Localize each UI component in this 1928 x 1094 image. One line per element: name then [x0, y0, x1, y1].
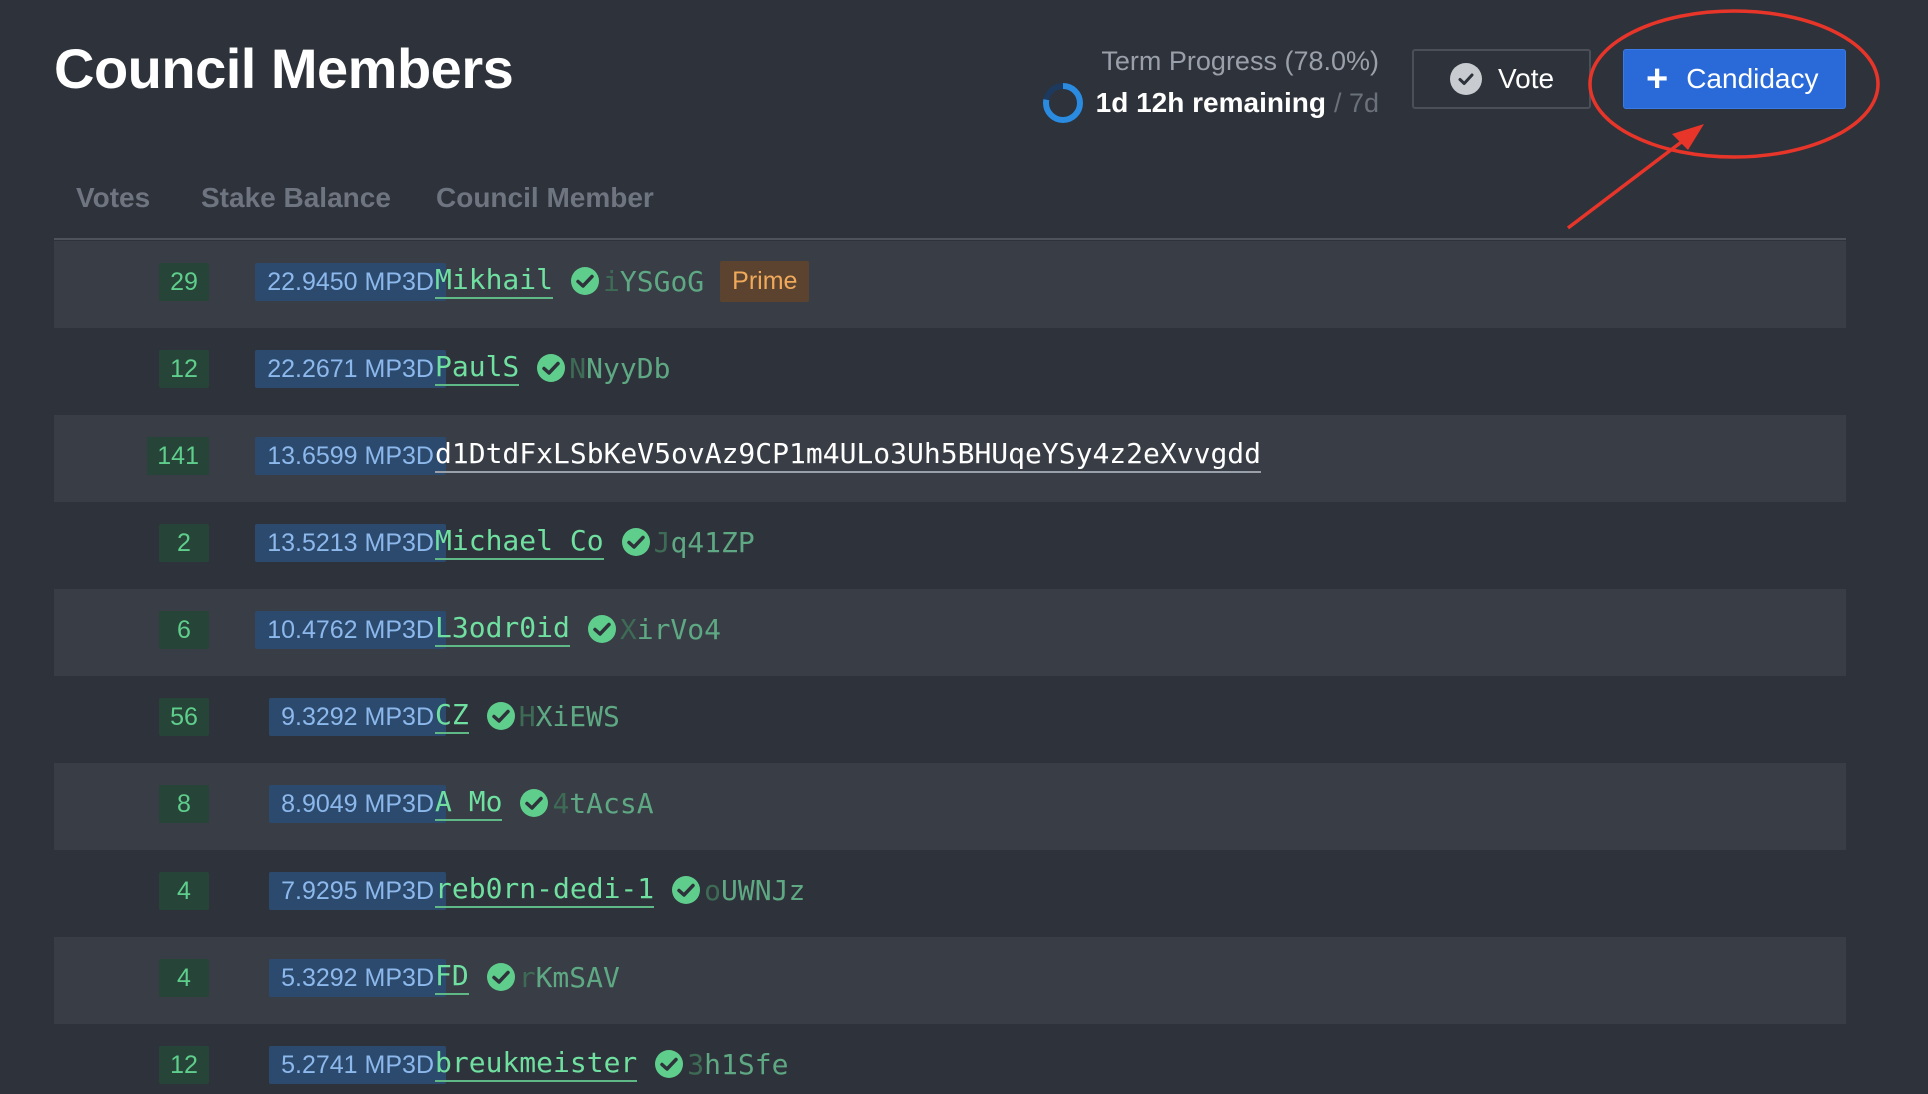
votes-badge: 8 [159, 785, 209, 823]
member-name-link[interactable]: Mikhail [435, 263, 554, 299]
stake-badge: 13.6599 MP3D [255, 437, 446, 475]
council-member: d1DtdFxLSbKeV5ovAz9CP1m4ULo3Uh5BHUqeYSy4… [435, 433, 1262, 477]
votes-badge: 4 [159, 959, 209, 997]
column-header-council-member: Council Member [436, 182, 654, 213]
check-circle-icon [1450, 63, 1482, 95]
council-page: Council Members Term Progress (78.0%) 1d… [0, 0, 1928, 1094]
votes-badge: 12 [159, 350, 209, 388]
table-row: 2 13.5213 MP3D Michael Co Jq41ZP [54, 502, 1846, 589]
member-address-link[interactable]: d1DtdFxLSbKeV5ovAz9CP1m4ULo3Uh5BHUqeYSy4… [435, 437, 1262, 473]
page-title: Council Members [54, 37, 514, 100]
term-progress: Term Progress (78.0%) 1d 12h remaining /… [1042, 44, 1379, 124]
verified-icon [537, 354, 566, 382]
stake-badge: 5.2741 MP3D [269, 1046, 446, 1084]
votes-badge: 2 [159, 524, 209, 562]
votes-badge: 56 [159, 698, 209, 736]
table-row: 141 13.6599 MP3D d1DtdFxLSbKeV5ovAz9CP1m… [54, 415, 1846, 502]
council-member: A Mo 4tAcsA [435, 781, 654, 825]
member-name-link[interactable]: FD [435, 959, 469, 995]
plus-icon: + [1646, 58, 1669, 100]
candidacy-button-label: Candidacy [1686, 63, 1819, 94]
member-name-link[interactable]: L3odr0id [435, 611, 570, 647]
council-member: Michael Co Jq41ZP [435, 520, 755, 564]
table-header: Votes Stake Balance Council Member [54, 170, 1846, 240]
address-suffix: 4tAcsA [552, 786, 654, 820]
address-suffix: Jq41ZP [653, 525, 755, 559]
stake-badge: 5.3292 MP3D [269, 959, 446, 997]
votes-badge: 29 [159, 263, 209, 301]
stake-badge: 9.3292 MP3D [269, 698, 446, 736]
verified-icon [486, 702, 515, 730]
address-suffix: iYSGoG [603, 264, 705, 298]
council-member: FD rKmSAV [435, 955, 620, 999]
column-header-stake-balance: Stake Balance [201, 182, 391, 213]
table-row: 6 10.4762 MP3D L3odr0id XirVo4 [54, 589, 1846, 676]
council-member: reb0rn-dedi-1 oUWNJz [435, 868, 805, 912]
table-row: 4 5.3292 MP3D FD rKmSAV [54, 937, 1846, 1024]
term-remaining: 1d 12h remaining [1095, 87, 1326, 118]
member-name-link[interactable]: Michael Co [435, 524, 604, 560]
candidacy-button[interactable]: + Candidacy [1623, 49, 1846, 109]
member-name-link[interactable]: breukmeister [435, 1046, 638, 1082]
stake-badge: 13.5213 MP3D [255, 524, 446, 562]
address-suffix: 3h1Sfe [687, 1047, 789, 1081]
stake-badge: 22.9450 MP3D [255, 263, 446, 301]
column-header-votes: Votes [76, 182, 151, 213]
table-row: 56 9.3292 MP3D CZ HXiEWS [54, 676, 1846, 763]
verified-icon [655, 1050, 684, 1078]
member-name-link[interactable]: reb0rn-dedi-1 [435, 872, 655, 908]
address-suffix: HXiEWS [518, 699, 620, 733]
council-member: breukmeister 3h1Sfe [435, 1042, 788, 1086]
member-name-link[interactable]: A Mo [435, 785, 503, 821]
council-member: CZ HXiEWS [435, 694, 620, 738]
council-member: PaulS NNyyDb [435, 346, 670, 390]
votes-badge: 141 [147, 437, 209, 475]
term-progress-label: Term Progress (78.0%) [1101, 46, 1379, 76]
term-total: / 7d [1333, 87, 1379, 118]
verified-icon [587, 615, 616, 643]
verified-icon [621, 528, 650, 556]
votes-badge: 6 [159, 611, 209, 649]
table-row: 4 7.9295 MP3D reb0rn-dedi-1 oUWNJz [54, 850, 1846, 937]
verified-icon [571, 267, 600, 295]
prime-badge: Prime [720, 260, 810, 302]
council-member: Mikhail iYSGoG Prime [435, 259, 810, 303]
verified-icon [672, 876, 701, 904]
vote-button-label: Vote [1498, 63, 1555, 94]
vote-button[interactable]: Vote [1412, 49, 1591, 109]
stake-badge: 22.2671 MP3D [255, 350, 446, 388]
council-member: L3odr0id XirVo4 [435, 607, 721, 651]
votes-badge: 12 [159, 1046, 209, 1084]
stake-badge: 8.9049 MP3D [269, 785, 446, 823]
table-row: 12 22.2671 MP3D PaulS NNyyDb [54, 328, 1846, 415]
term-progress-ring-icon [1042, 83, 1083, 123]
verified-icon [520, 789, 549, 817]
verified-icon [486, 963, 515, 991]
member-name-link[interactable]: CZ [435, 698, 469, 734]
stake-badge: 10.4762 MP3D [255, 611, 446, 649]
address-suffix: rKmSAV [518, 960, 620, 994]
annotation-arrow-head [1672, 124, 1704, 150]
stake-badge: 7.9295 MP3D [269, 872, 446, 910]
table-row: 29 22.9450 MP3D Mikhail iYSGoG Prime [54, 241, 1846, 328]
council-members-table: 29 22.9450 MP3D Mikhail iYSGoG Prime 12 … [54, 241, 1846, 1094]
member-name-link[interactable]: PaulS [435, 350, 520, 386]
address-suffix: oUWNJz [704, 873, 806, 907]
table-row: 8 8.9049 MP3D A Mo 4tAcsA [54, 763, 1846, 850]
votes-badge: 4 [159, 872, 209, 910]
address-suffix: XirVo4 [619, 612, 722, 646]
address-suffix: NNyyDb [569, 351, 671, 385]
table-row: 12 5.2741 MP3D breukmeister 3h1Sfe [54, 1024, 1846, 1094]
